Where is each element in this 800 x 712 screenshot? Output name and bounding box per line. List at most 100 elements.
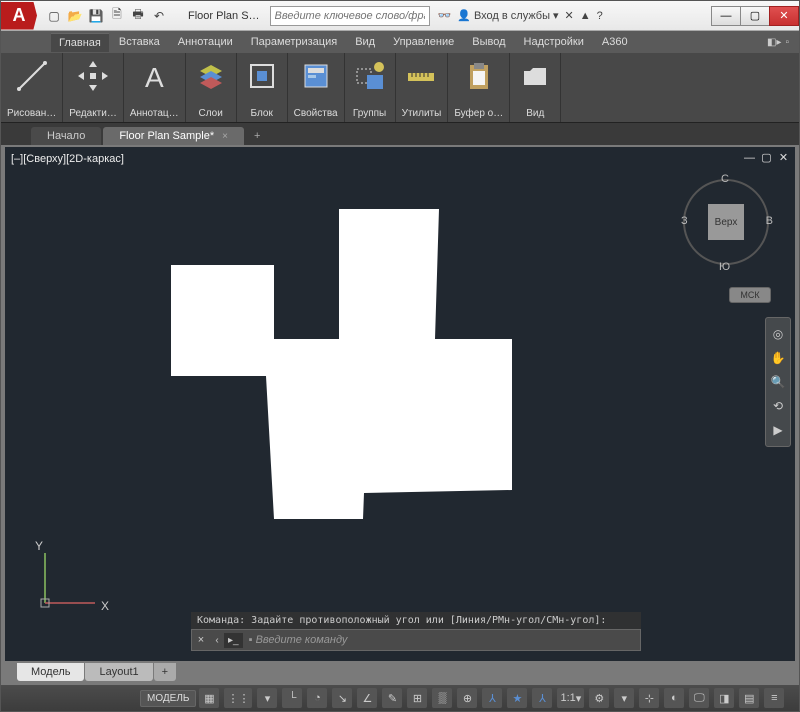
tab-view[interactable]: Вид <box>347 33 383 51</box>
viewport-controls: — ▢ ✕ <box>744 153 789 164</box>
panel-annotation[interactable]: A Аннотац… <box>124 53 186 122</box>
customize-icon[interactable]: ≡ <box>764 688 784 708</box>
minimize-button[interactable]: — <box>711 6 741 26</box>
new-icon[interactable]: ▢ <box>45 7 63 25</box>
tab-annotate[interactable]: Аннотации <box>170 33 241 51</box>
viewport-label[interactable]: [–][Сверху][2D-каркас] <box>11 153 124 165</box>
ortho-dropdown-icon[interactable]: ▾ <box>257 688 277 708</box>
maximize-button[interactable]: ▢ <box>740 6 770 26</box>
otrack-icon[interactable]: ✎ <box>382 688 402 708</box>
clean-icon[interactable]: ▤ <box>739 688 759 708</box>
svg-text:A: A <box>145 62 164 93</box>
quickprops-icon[interactable]: ◐ <box>664 688 684 708</box>
cycling-icon[interactable]: ⊕ <box>457 688 477 708</box>
clipboard-icon <box>460 56 498 96</box>
scale-button[interactable]: 1:1▾ <box>557 688 584 708</box>
panel-view[interactable]: Вид <box>510 53 561 122</box>
ribbon-collapse-icon[interactable]: ▫ <box>785 37 789 48</box>
open-icon[interactable]: 📂 <box>66 7 84 25</box>
zoom-icon[interactable]: 🔍 <box>766 370 790 394</box>
units-icon[interactable]: ⊹ <box>639 688 659 708</box>
pan-icon[interactable]: ✋ <box>766 346 790 370</box>
status-model-button[interactable]: МОДЕЛЬ <box>140 690 196 707</box>
transparency-icon[interactable]: ▒ <box>432 688 452 708</box>
panel-groups[interactable]: Группы <box>345 53 396 122</box>
tab-manage[interactable]: Управление <box>385 33 462 51</box>
help-icon[interactable]: ? <box>597 10 603 22</box>
vp-maximize-icon[interactable]: ▢ <box>761 153 772 164</box>
panel-layers[interactable]: Слои <box>186 53 237 122</box>
panel-clipboard[interactable]: Буфер о… <box>448 53 510 122</box>
print-icon[interactable]: 🖶 <box>129 7 147 25</box>
viewcube-e: В <box>766 215 773 227</box>
vp-close-icon[interactable]: ✕ <box>778 153 789 164</box>
isolate-icon[interactable]: ◨ <box>714 688 734 708</box>
a360-icon[interactable]: ▲ <box>580 10 591 22</box>
close-button[interactable]: ✕ <box>769 6 799 26</box>
tab-main[interactable]: Главная <box>51 33 109 52</box>
anno3-icon[interactable]: ⅄ <box>532 688 552 708</box>
cmd-chevron-icon[interactable]: ‹ <box>210 635 224 646</box>
saveas-icon[interactable]: 🗎 <box>108 7 126 25</box>
tab-a360[interactable]: A360 <box>594 33 636 51</box>
layout-layout1[interactable]: Layout1 <box>85 663 152 681</box>
binoculars-icon[interactable]: 👓 <box>438 9 452 22</box>
panel-utilities[interactable]: Утилиты <box>396 53 449 122</box>
tab-addins[interactable]: Надстройки <box>516 33 592 51</box>
text-icon: A <box>135 56 173 96</box>
gear-icon[interactable]: ⚙ <box>589 688 609 708</box>
viewport[interactable]: [–][Сверху][2D-каркас] — ▢ ✕ Верх С В Ю … <box>5 147 795 661</box>
doctab-start[interactable]: Начало <box>31 127 101 145</box>
command-placeholder: Введите команду <box>256 634 348 646</box>
titlebar-right: 👓 👤 Вход в службы▾ ✕ ▲ ? <box>438 9 603 22</box>
lineweight-icon[interactable]: ⊞ <box>407 688 427 708</box>
doctab-active[interactable]: Floor Plan Sample*× <box>103 127 244 145</box>
polar-icon[interactable]: ◔ <box>307 688 327 708</box>
panel-block[interactable]: Блок <box>237 53 288 122</box>
grid-icon[interactable]: ▦ <box>199 688 219 708</box>
doctab-close-icon[interactable]: × <box>222 131 228 142</box>
osnap-icon[interactable]: ∠ <box>357 688 377 708</box>
hw-icon[interactable]: 🖵 <box>689 688 709 708</box>
exchange-icon[interactable]: ✕ <box>565 9 574 22</box>
viewcube-face[interactable]: Верх <box>708 204 744 240</box>
isodraft-icon[interactable]: ↘ <box>332 688 352 708</box>
anno-icon[interactable]: ⅄ <box>482 688 502 708</box>
undo-icon[interactable]: ↶ <box>150 7 168 25</box>
viewcube[interactable]: Верх С В Ю З <box>681 177 771 267</box>
ribbon-extras: ◧▸ ▫ <box>767 37 789 48</box>
panel-utilities-label: Утилиты <box>402 104 442 122</box>
scale-value: 1:1 <box>560 692 575 704</box>
snap-icon[interactable]: ⋮⋮ <box>224 688 252 708</box>
featured-icon[interactable]: ◧▸ <box>767 37 781 48</box>
anno2-icon[interactable]: ★ <box>507 688 527 708</box>
doctab-add[interactable]: + <box>246 127 268 145</box>
ortho-icon[interactable]: └ <box>282 688 302 708</box>
panel-modify[interactable]: Редакти… <box>63 53 124 122</box>
panel-annotation-label: Аннотац… <box>130 104 179 122</box>
titlebar: A ▢ 📂 💾 🗎 🖶 ↶ Floor Plan S… 👓 👤 Вход в с… <box>1 1 799 31</box>
vp-minimize-icon[interactable]: — <box>744 153 755 164</box>
tab-insert[interactable]: Вставка <box>111 33 168 51</box>
panel-draw[interactable]: Рисован… <box>1 53 63 122</box>
layout-model[interactable]: Модель <box>17 663 84 681</box>
search-input[interactable] <box>270 6 430 26</box>
panel-properties[interactable]: Свойства <box>288 53 345 122</box>
panel-block-label: Блок <box>251 104 273 122</box>
save-icon[interactable]: 💾 <box>87 7 105 25</box>
orbit-icon[interactable]: ⟲ <box>766 394 790 418</box>
panel-modify-label: Редакти… <box>69 104 117 122</box>
signin-label: Вход в службы <box>474 10 550 22</box>
cmd-close-icon[interactable]: × <box>192 634 210 646</box>
wcs-button[interactable]: МСК <box>729 287 771 303</box>
showmotion-icon[interactable]: ▶ <box>766 418 790 442</box>
gear-dd-icon[interactable]: ▾ <box>614 688 634 708</box>
signin-button[interactable]: 👤 Вход в службы▾ <box>457 9 558 22</box>
cmd-prompt-icon: ▸_ <box>224 633 243 648</box>
app-logo[interactable]: A <box>1 2 37 30</box>
layout-add[interactable]: + <box>154 663 176 681</box>
tab-output[interactable]: Вывод <box>464 33 513 51</box>
command-line[interactable]: × ‹ ▸_ ▪ Введите команду <box>191 629 641 651</box>
fullnav-icon[interactable]: ◎ <box>766 322 790 346</box>
tab-parametric[interactable]: Параметризация <box>243 33 345 51</box>
